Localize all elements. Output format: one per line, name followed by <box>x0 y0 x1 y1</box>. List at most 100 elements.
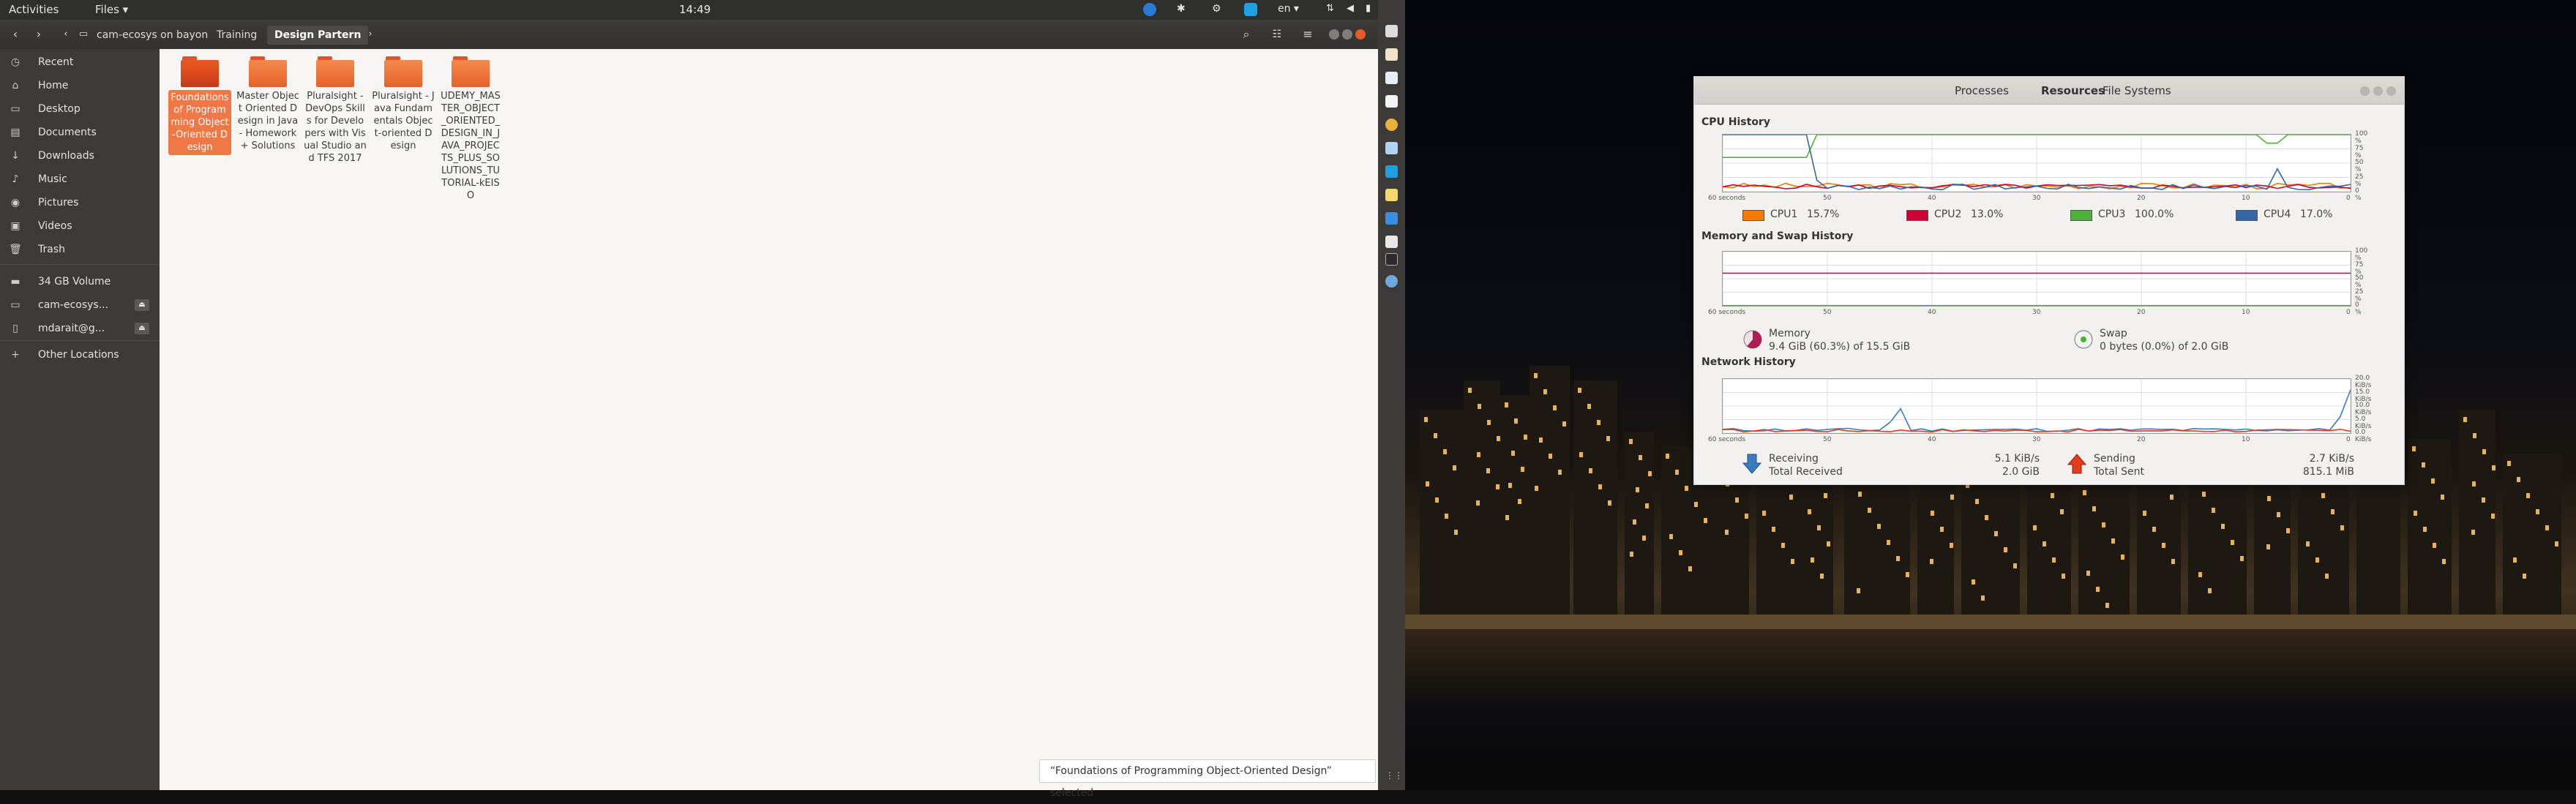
breadcrumb-item[interactable]: cam-ecosys on bayon <box>89 26 215 45</box>
sidebar-item[interactable]: ◷ Recent <box>0 52 160 72</box>
sending-arrow-icon <box>2067 454 2086 474</box>
dock-app-icon[interactable] <box>1385 236 1398 248</box>
dock: ⋮⋮ <box>1378 0 1405 790</box>
eject-icon[interactable]: ⏏ <box>135 299 149 311</box>
dock-app-icon[interactable] <box>1385 275 1398 288</box>
sidebar-item[interactable]: ▣ Videos <box>0 216 160 236</box>
y-tick-label: 75 % <box>2355 260 2364 276</box>
cpu-color-swatch[interactable] <box>1742 210 1764 221</box>
language-indicator[interactable]: en ▾ <box>1278 3 1299 15</box>
tray-icon[interactable]: ✱ <box>1177 3 1186 15</box>
status-bar: “Foundations of Programming Object-Orien… <box>1039 759 1376 799</box>
path-right-icon[interactable]: › <box>364 26 376 43</box>
building <box>1420 410 1464 629</box>
dock-docs-icon[interactable] <box>1385 72 1398 84</box>
building <box>1961 476 2020 629</box>
dock-chrome-icon[interactable] <box>1385 119 1398 131</box>
minimize-icon[interactable] <box>1329 29 1339 40</box>
cpu-color-swatch[interactable] <box>1906 210 1928 221</box>
folder-item[interactable]: Pluralsight - Java Fundamentals Object-o… <box>372 56 435 152</box>
network-icon[interactable]: ⇅ <box>1326 3 1334 14</box>
y-tick-label: 10.0 KiB/s <box>2355 402 2372 416</box>
swap-value: 0 bytes (0.0%) of 2.0 GiB <box>2100 341 2229 353</box>
dock-terminal-icon[interactable] <box>1385 253 1398 266</box>
top-panel: Activities Files ▾ 14:49 ✱ ⚙ en ▾ ⇅ ◀ ▮ <box>0 0 1378 20</box>
sidebar-item[interactable]: ▬ 34 GB Volume <box>0 271 160 292</box>
view-options-icon[interactable]: ☷ <box>1268 26 1287 43</box>
dock-app-icon[interactable] <box>1385 48 1398 61</box>
sidebar-item-label: Home <box>38 80 69 91</box>
building <box>1530 366 1570 629</box>
app-menu[interactable]: Files ▾ <box>95 3 128 16</box>
close-icon[interactable] <box>1355 29 1366 40</box>
menu-icon[interactable]: ≡ <box>1298 26 1317 43</box>
folder-item[interactable]: Foundations of Programming Object-Orient… <box>168 56 231 155</box>
eject-icon[interactable]: ⏏ <box>135 323 149 334</box>
dock-vscode-icon[interactable] <box>1385 212 1398 225</box>
back-icon[interactable]: ‹ <box>6 26 25 43</box>
sidebar-item[interactable]: ⌂ Home <box>0 75 160 96</box>
folder-name: Pluralsight - Java Fundamentals Object-o… <box>372 91 435 151</box>
minimize-icon[interactable] <box>2360 86 2370 96</box>
y-tick-label: 50 % <box>2355 274 2364 289</box>
sidebar-item-label: 34 GB Volume <box>38 276 111 288</box>
folder-icon <box>384 56 422 87</box>
y-tick-label: 75 % <box>2355 144 2364 159</box>
tab-resources[interactable]: Resources <box>2041 84 2105 97</box>
building <box>1573 380 1617 629</box>
y-tick-label: 0.0 KiB/s <box>2355 429 2372 443</box>
skype-icon[interactable] <box>1244 3 1257 16</box>
building <box>2408 439 2452 629</box>
activities-button[interactable]: Activities <box>9 3 59 16</box>
y-tick-label: 0 % <box>2355 187 2362 202</box>
sidebar-item[interactable]: 🗑 Trash <box>0 239 160 260</box>
sidebar-item[interactable]: ↓ Downloads <box>0 146 160 166</box>
cpu-label: CPU1 <box>1770 208 1798 220</box>
sidebar-item[interactable]: ▤ Documents <box>0 122 160 143</box>
tab-file-systems[interactable]: File Systems <box>2103 84 2171 97</box>
sidebar-item[interactable]: ◉ Pictures <box>0 192 160 213</box>
cpu-color-swatch[interactable] <box>2070 210 2092 221</box>
places-sidebar: ◷ Recent ⌂ Home ▭ Desktop ▤ Documents ↓ Downloads… <box>0 49 160 790</box>
x-tick-label: 60 seconds <box>1708 309 1746 316</box>
maximize-icon[interactable] <box>1342 29 1352 40</box>
breadcrumb-item[interactable]: Training <box>209 26 264 45</box>
dock-files-icon[interactable] <box>1385 25 1398 37</box>
close-icon[interactable] <box>2386 86 2396 96</box>
file-view[interactable]: Foundations of Programming Object-Orient… <box>160 49 1378 790</box>
teamviewer-icon[interactable] <box>1143 3 1156 16</box>
maximize-icon[interactable] <box>2373 86 2383 96</box>
dock-notes-icon[interactable] <box>1385 189 1398 201</box>
system-monitor-window: Processes Resources File Systems CPU His… <box>1693 76 2405 485</box>
settings-icon[interactable]: ⚙ <box>1212 3 1221 15</box>
sidebar-item[interactable]: ▭ cam-ecosys... ⏏ <box>0 295 160 315</box>
forward-icon[interactable]: › <box>29 26 48 43</box>
sidebar-item[interactable]: ▭ Desktop <box>0 99 160 119</box>
sidebar-item[interactable]: ▯ mdarait@g... ⏏ <box>0 318 160 339</box>
search-icon[interactable]: ⌕ <box>1237 26 1256 43</box>
sidebar-item[interactable]: + Other Locations <box>0 345 160 365</box>
volume-icon[interactable]: ◀ <box>1347 3 1354 14</box>
folder-item[interactable]: Pluralsight - DevOps Skills for Develope… <box>304 56 367 165</box>
dock-app-icon[interactable] <box>1385 142 1398 154</box>
path-left-icon[interactable]: ‹ <box>60 26 72 43</box>
swap-pie-icon <box>2074 330 2093 349</box>
show-apps-icon[interactable]: ⋮⋮ <box>1385 770 1403 782</box>
folder-name: Foundations of Programming Object-Orient… <box>168 90 231 155</box>
battery-icon[interactable]: ▮ <box>1366 3 1371 14</box>
folder-icon <box>181 56 219 87</box>
tab-processes[interactable]: Processes <box>1955 84 2009 97</box>
x-tick-label: 30 <box>2032 195 2041 202</box>
x-tick-label: 0 <box>2346 436 2351 443</box>
cpu-color-swatch[interactable] <box>2236 210 2258 221</box>
dock-text-icon[interactable] <box>1385 95 1398 108</box>
breadcrumb-item-current[interactable]: Design Partern <box>267 26 369 45</box>
folder-item[interactable]: Master Object Oriented Design in Java - … <box>236 56 299 152</box>
folder-icon: ▭ <box>78 29 89 40</box>
cpu-label: CPU3 <box>2098 208 2126 220</box>
folder-item[interactable]: UDEMY_MASTER_OBJECT_ORIENTED_DESIGN_IN_J… <box>439 56 502 202</box>
clock[interactable]: 14:49 <box>679 3 711 16</box>
dock-skype-icon[interactable] <box>1385 165 1398 178</box>
receiving-arrow-icon <box>1742 454 1761 474</box>
sidebar-item[interactable]: ♪ Music <box>0 169 160 189</box>
